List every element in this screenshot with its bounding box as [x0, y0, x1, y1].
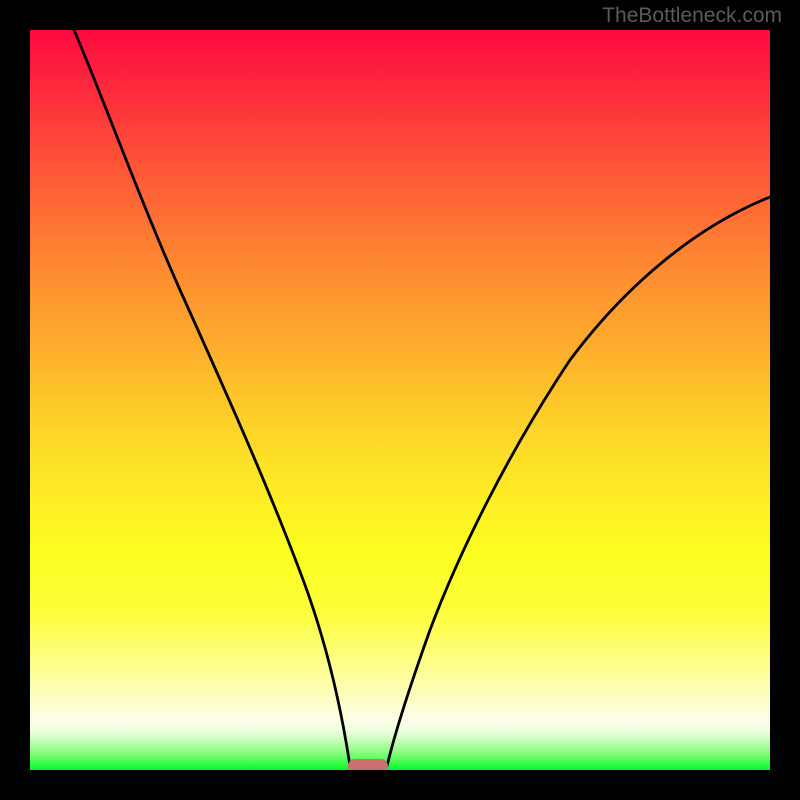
left-curve-path [74, 30, 350, 766]
outer-frame: TheBottleneck.com [0, 0, 800, 800]
right-curve-path [387, 197, 770, 766]
bottleneck-marker [348, 759, 388, 770]
watermark-text: TheBottleneck.com [602, 4, 782, 28]
bottleneck-curves [30, 30, 770, 770]
plot-area [30, 30, 770, 770]
